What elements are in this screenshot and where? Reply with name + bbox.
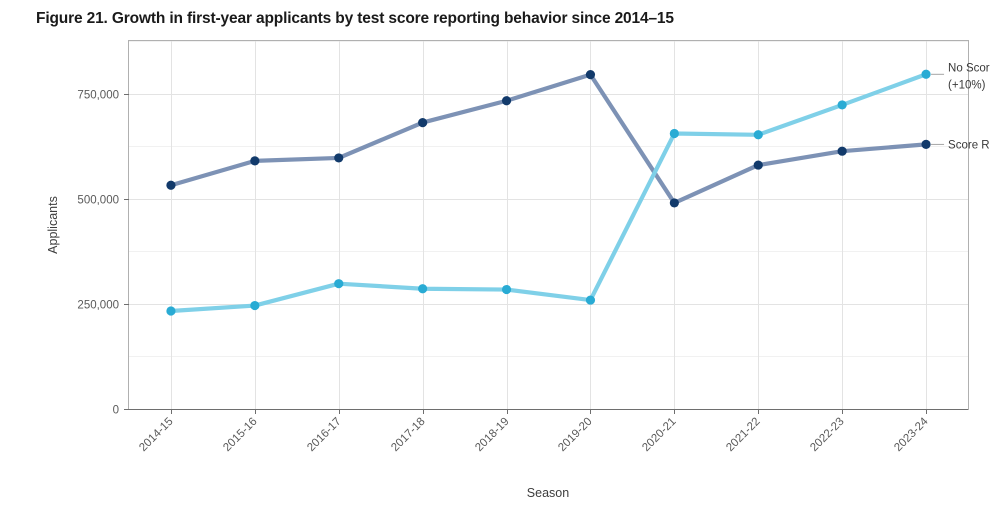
data-point[interactable]	[250, 156, 260, 166]
score-reported-annotation: Score Reported: 629,208 (+2%)	[948, 139, 990, 151]
data-point[interactable]	[334, 279, 344, 289]
x-tick-label: 2014-15	[137, 416, 175, 454]
data-point[interactable]	[418, 284, 428, 294]
data-point[interactable]	[921, 69, 931, 79]
data-series	[166, 69, 931, 316]
data-point[interactable]	[753, 160, 763, 170]
no-score-annotation-line2: (+10%)	[948, 79, 986, 91]
data-point[interactable]	[669, 198, 679, 208]
data-point[interactable]	[585, 295, 596, 305]
x-axis-tick-labels: 2014-15 2015-16 2016-17 2017-18 2018-19 2019-…	[137, 415, 931, 454]
no-score-annotation-line1: No Score Reported: 795,875	[948, 62, 990, 74]
x-tick-label: 2019-20	[556, 416, 594, 454]
x-tick-label: 2022-23	[808, 416, 846, 454]
data-point[interactable]	[501, 284, 512, 295]
y-tick-label: 500,000	[77, 195, 119, 207]
y-tick-label: 0	[113, 405, 119, 417]
x-tick-label: 2021-22	[724, 416, 762, 454]
y-tick-label: 250,000	[77, 300, 119, 312]
data-point[interactable]	[837, 146, 847, 156]
data-point[interactable]	[501, 96, 512, 106]
data-point[interactable]	[166, 180, 176, 190]
data-point[interactable]	[669, 128, 679, 139]
y-tick-label: 750,000	[77, 90, 119, 102]
data-point[interactable]	[921, 139, 931, 149]
x-tick-label: 2017-18	[389, 416, 427, 454]
data-point[interactable]	[166, 306, 176, 316]
y-axis-title: Applicants	[46, 196, 60, 254]
line-chart: 0250,000500,000750,000 2014-15 2015-16 201…	[46, 39, 990, 500]
x-tick-label: 2018-19	[473, 416, 511, 454]
x-tick-label: 2023-24	[892, 415, 931, 454]
figure-container: Figure 21. Growth in first-year applican…	[0, 0, 990, 513]
data-point[interactable]	[753, 130, 763, 140]
series-end-annotations: No Score Reported: 795,875 (+10%) Score Re…	[931, 62, 990, 151]
x-axis-title: Season	[527, 486, 569, 500]
y-axis-tick-labels: 0 250,000 500,000 750,000	[77, 90, 119, 417]
axis-ticks	[124, 94, 968, 414]
data-point[interactable]	[250, 300, 260, 311]
x-tick-label: 2020-21	[640, 416, 678, 454]
x-tick-label: 2015-16	[221, 416, 259, 454]
data-point[interactable]	[334, 153, 344, 163]
data-point[interactable]	[418, 117, 428, 128]
series-line-score-reported	[168, 72, 929, 206]
data-point[interactable]	[585, 70, 596, 80]
gridlines	[129, 41, 968, 410]
series-line-no-score-reported	[168, 72, 929, 314]
x-tick-label: 2016-17	[305, 416, 343, 454]
data-point[interactable]	[837, 100, 847, 110]
